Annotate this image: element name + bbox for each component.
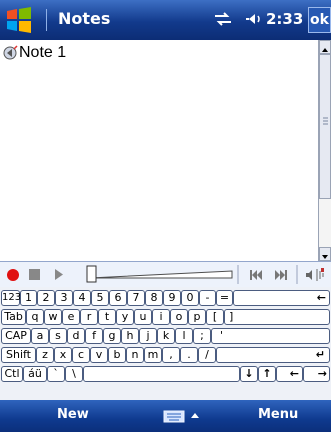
key-z[interactable]: z (36, 347, 54, 363)
connectivity-icon[interactable] (213, 10, 233, 28)
key-minus[interactable]: - (199, 290, 216, 306)
key-x[interactable]: x (54, 347, 72, 363)
key-b[interactable]: b (108, 347, 126, 363)
key-equals[interactable]: = (216, 290, 233, 306)
key-f[interactable]: f (85, 328, 103, 344)
key-right-bracket[interactable]: ] (224, 309, 330, 325)
key-s[interactable]: s (49, 328, 67, 344)
key-arrow-down[interactable]: ↓ (240, 366, 258, 382)
key-u[interactable]: u (134, 309, 152, 325)
key-y[interactable]: y (116, 309, 134, 325)
key-semicolon[interactable]: ; (193, 328, 211, 344)
key-c[interactable]: c (72, 347, 90, 363)
key-1[interactable]: 1 (20, 290, 37, 306)
key-o[interactable]: o (170, 309, 188, 325)
key-k[interactable]: k (157, 328, 175, 344)
stop-icon[interactable] (29, 269, 40, 280)
key-arrow-right[interactable]: → (303, 366, 330, 382)
key-period[interactable]: . (180, 347, 198, 363)
key-caps[interactable]: CAP (1, 328, 31, 344)
vertical-scrollbar[interactable] (318, 40, 331, 261)
key-e[interactable]: e (62, 309, 80, 325)
recording-toolbar (0, 261, 331, 287)
key-n[interactable]: n (126, 347, 144, 363)
key-v[interactable]: v (90, 347, 108, 363)
volume-icon[interactable] (243, 10, 263, 28)
key-backspace[interactable]: ← (233, 290, 330, 306)
key-h[interactable]: h (121, 328, 139, 344)
key-space[interactable] (83, 366, 240, 382)
key-j[interactable]: j (139, 328, 157, 344)
app-title: Notes (58, 9, 111, 28)
title-bar: Notes 2:33 ok (0, 0, 331, 40)
key-w[interactable]: w (44, 309, 62, 325)
key-left-bracket[interactable]: [ (206, 309, 224, 325)
record-icon[interactable] (7, 269, 19, 281)
key-l[interactable]: l (175, 328, 193, 344)
key-backtick[interactable]: ` (47, 366, 65, 382)
key-arrow-left[interactable]: ← (276, 366, 303, 382)
softkey-bar: New Menu (0, 400, 331, 432)
key-g[interactable]: g (103, 328, 121, 344)
key-d[interactable]: d (67, 328, 85, 344)
key-arrow-up[interactable]: ↑ (258, 366, 276, 382)
key-tab[interactable]: Tab (1, 309, 26, 325)
previous-icon[interactable] (250, 270, 262, 280)
key-shift[interactable]: Shift (1, 347, 36, 363)
key-8[interactable]: 8 (145, 290, 163, 306)
key-backslash[interactable]: \ (65, 366, 83, 382)
key-123[interactable]: 123 (1, 290, 21, 306)
volume-slider[interactable] (86, 265, 233, 283)
soft-keyboard: 123 1 2 3 4 5 6 7 8 9 0 - = ← Tab q w e … (0, 287, 331, 400)
key-3[interactable]: 3 (55, 290, 73, 306)
key-enter[interactable]: ↵ (216, 347, 330, 363)
speaker-icon[interactable] (306, 268, 324, 281)
key-i[interactable]: i (152, 309, 170, 325)
windows-start-icon[interactable] (4, 5, 34, 35)
key-ctrl[interactable]: Ctl (1, 366, 23, 382)
play-icon[interactable] (55, 269, 63, 280)
key-p[interactable]: p (188, 309, 206, 325)
key-5[interactable]: 5 (91, 290, 109, 306)
key-r[interactable]: r (80, 309, 98, 325)
new-softkey[interactable]: New (57, 407, 89, 422)
title-separator (46, 9, 47, 31)
note-text[interactable]: Note 1 (19, 44, 66, 62)
keyboard-icon[interactable] (163, 408, 203, 424)
scroll-thumb[interactable] (319, 54, 331, 199)
key-comma[interactable]: , (162, 347, 180, 363)
note-document-area[interactable]: Note 1 (0, 40, 318, 261)
key-accents[interactable]: áü (23, 366, 47, 382)
voice-note-icon[interactable] (3, 45, 19, 61)
recording-controls (7, 265, 324, 284)
key-a[interactable]: a (31, 328, 49, 344)
key-4[interactable]: 4 (73, 290, 91, 306)
key-7[interactable]: 7 (127, 290, 145, 306)
key-t[interactable]: t (98, 309, 116, 325)
grip-icon (323, 117, 328, 125)
key-q[interactable]: q (26, 309, 44, 325)
key-2[interactable]: 2 (37, 290, 55, 306)
key-0[interactable]: 0 (181, 290, 199, 306)
scroll-up-button[interactable] (319, 40, 331, 54)
key-apostrophe[interactable]: ' (211, 328, 330, 344)
ok-button[interactable]: ok (308, 7, 331, 33)
key-9[interactable]: 9 (163, 290, 181, 306)
scroll-down-button[interactable] (319, 247, 331, 261)
key-m[interactable]: m (144, 347, 162, 363)
key-slash[interactable]: / (198, 347, 216, 363)
clock[interactable]: 2:33 (266, 10, 303, 28)
menu-softkey[interactable]: Menu (258, 407, 298, 422)
next-icon[interactable] (275, 270, 287, 280)
key-6[interactable]: 6 (109, 290, 127, 306)
